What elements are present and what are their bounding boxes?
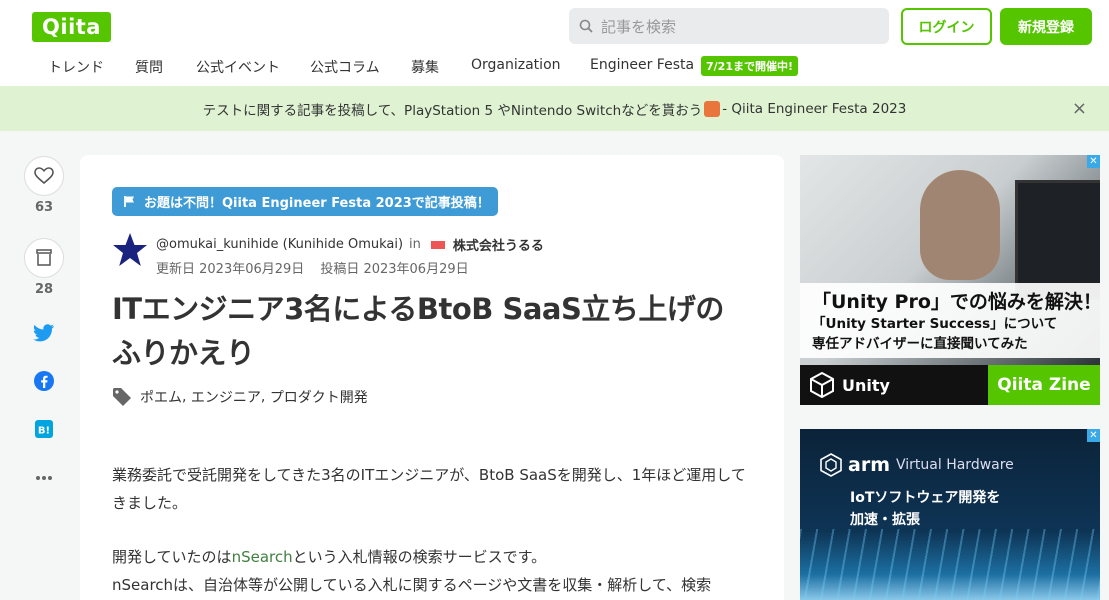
heart-icon (34, 167, 54, 185)
ad-monitor (1015, 180, 1100, 300)
arm-logo: arm Virtual Hardware (820, 453, 1014, 477)
ad2-line-2: 加速・拡張 (850, 512, 920, 528)
article-paragraph: nSearchは、自治体等が公開している入札に関するページや文書を収集・解析して… (112, 576, 712, 594)
more-options-button[interactable] (32, 466, 56, 490)
ad2-line-1: IoTソフトウェア開発を (850, 490, 1001, 506)
ad-line-3: 専任アドバイザーに直接聞いてみた (812, 336, 1028, 352)
ad-line-1: 「Unity Pro」での悩みを解決！ (812, 291, 1100, 313)
ad-line-2: 「Unity Starter Success」について (812, 316, 1058, 332)
organization-logo-icon[interactable] (430, 240, 445, 249)
twitter-share-button[interactable] (32, 321, 56, 345)
festa-banner[interactable]: テストに関する記事を投稿して、PlayStation 5 やNintendo S… (0, 86, 1109, 131)
arm-ad[interactable]: arm Virtual Hardware IoTソフトウェア開発を 加速・拡張 … (800, 429, 1100, 600)
updated-date: 更新日 2023年06月29日 (156, 262, 305, 277)
arm-brand: arm (848, 454, 890, 476)
search-placeholder: 記事を検索 (601, 17, 677, 36)
search-icon (579, 19, 593, 33)
paragraph-text: という入札情報の検索サービスです。 (292, 548, 547, 566)
gift-icon (704, 100, 721, 117)
festa-badge: 7/21まで開催中! (701, 56, 798, 76)
article-title: ITエンジニア3名によるBtoB SaaS立ち上げのふりかえり (112, 292, 724, 370)
svg-text:B!: B! (38, 426, 50, 437)
unity-logo: Unity (800, 365, 988, 405)
ad-footer: Unity Qiita Zine (800, 365, 1100, 405)
event-tag-banner[interactable]: お題は不問！Qiita Engineer Festa 2023で記事投稿！ (112, 187, 498, 216)
arm-sub: Virtual Hardware (896, 457, 1014, 473)
paragraph-text: 開発していたのは (112, 548, 232, 566)
posted-date: 投稿日 2023年06月29日 (320, 262, 469, 277)
signup-button[interactable]: 新規登録 (1000, 8, 1092, 45)
author-avatar[interactable] (112, 232, 148, 272)
like-count: 63 (34, 200, 54, 215)
login-button[interactable]: ログイン (901, 8, 992, 45)
stock-count: 28 (34, 282, 54, 297)
article-dates: 更新日 2023年06月29日 投稿日 2023年06月29日 (156, 258, 469, 277)
ad-choices-icon[interactable]: ✕ (1087, 429, 1100, 442)
unity-ad[interactable]: 「Unity Pro」での悩みを解決！ 「Unity Starter Succe… (800, 155, 1100, 405)
article-paragraph: 業務委託で受託開発をしてきた3名のITエンジニアが、BtoB SaaSを開発し、… (112, 466, 746, 512)
ad-headline: 「Unity Pro」での悩みを解決！ 「Unity Starter Succe… (800, 283, 1100, 358)
nsearch-link[interactable]: nSearch (232, 548, 293, 566)
nav-engineer-festa[interactable]: Engineer Festa (590, 57, 694, 73)
author-line: @omukai_kunihide (Kunihide Omukai) in 株式… (156, 235, 544, 254)
organization-name[interactable]: 株式会社うるる (453, 235, 544, 254)
unity-cube-icon (810, 372, 834, 398)
star-avatar-icon (113, 233, 147, 266)
ad-person (920, 170, 1000, 280)
close-icon[interactable]: × (1072, 98, 1087, 119)
flag-icon (124, 196, 134, 207)
more-horizontal-icon (36, 476, 52, 480)
tag-item[interactable]: プロダクト開発 (270, 387, 368, 407)
arm-hexagon-icon (820, 453, 842, 477)
stock-icon (36, 249, 52, 266)
main-nav: トレンド 質問 公式イベント 公式コラム 募集 Organization Eng… (0, 52, 1109, 82)
tag-icon (113, 388, 131, 406)
search-input[interactable]: 記事を検索 (569, 8, 889, 44)
unity-text: Unity (842, 375, 890, 395)
nav-recruit[interactable]: 募集 (411, 57, 439, 77)
event-tag-text: お題は不問！Qiita Engineer Festa 2023で記事投稿！ (144, 196, 490, 211)
hatena-bookmark-button[interactable]: B! (32, 417, 56, 441)
nav-events[interactable]: 公式イベント (196, 57, 280, 77)
like-button[interactable] (24, 156, 64, 196)
facebook-icon (34, 371, 54, 391)
ad-choices-icon[interactable]: ✕ (1087, 155, 1100, 168)
nav-trend[interactable]: トレンド (48, 57, 104, 77)
qiita-logo[interactable]: Qiita (32, 12, 111, 42)
hatena-bookmark-icon: B! (35, 420, 53, 438)
site-header: Qiita 記事を検索 ログイン 新規登録 トレンド 質問 公式イベント 公式コ… (0, 0, 1109, 86)
author-name[interactable]: @omukai_kunihide (Kunihide Omukai) (156, 237, 403, 252)
qiita-zine-logo: Qiita Zine (988, 365, 1100, 405)
stock-button[interactable] (24, 238, 64, 278)
article-tags: ポエム, エンジニア, プロダクト開発 (112, 387, 368, 407)
in-label: in (409, 237, 421, 252)
facebook-share-button[interactable] (32, 369, 56, 393)
nav-questions[interactable]: 質問 (135, 57, 163, 77)
banner-text: テストに関する記事を投稿して、PlayStation 5 やNintendo S… (202, 102, 703, 119)
tag-item[interactable]: エンジニア (191, 387, 261, 407)
nav-columns[interactable]: 公式コラム (310, 57, 380, 77)
article-card (80, 155, 784, 600)
article-paragraph: 開発していたのはnSearchという入札情報の検索サービスです。 (112, 543, 752, 571)
ad-grid-graphic (800, 529, 1100, 600)
tag-item[interactable]: ポエム (140, 387, 182, 407)
nav-organization[interactable]: Organization (471, 57, 561, 73)
twitter-icon (33, 324, 54, 342)
banner-text-suffix: - Qiita Engineer Festa 2023 (722, 100, 907, 117)
